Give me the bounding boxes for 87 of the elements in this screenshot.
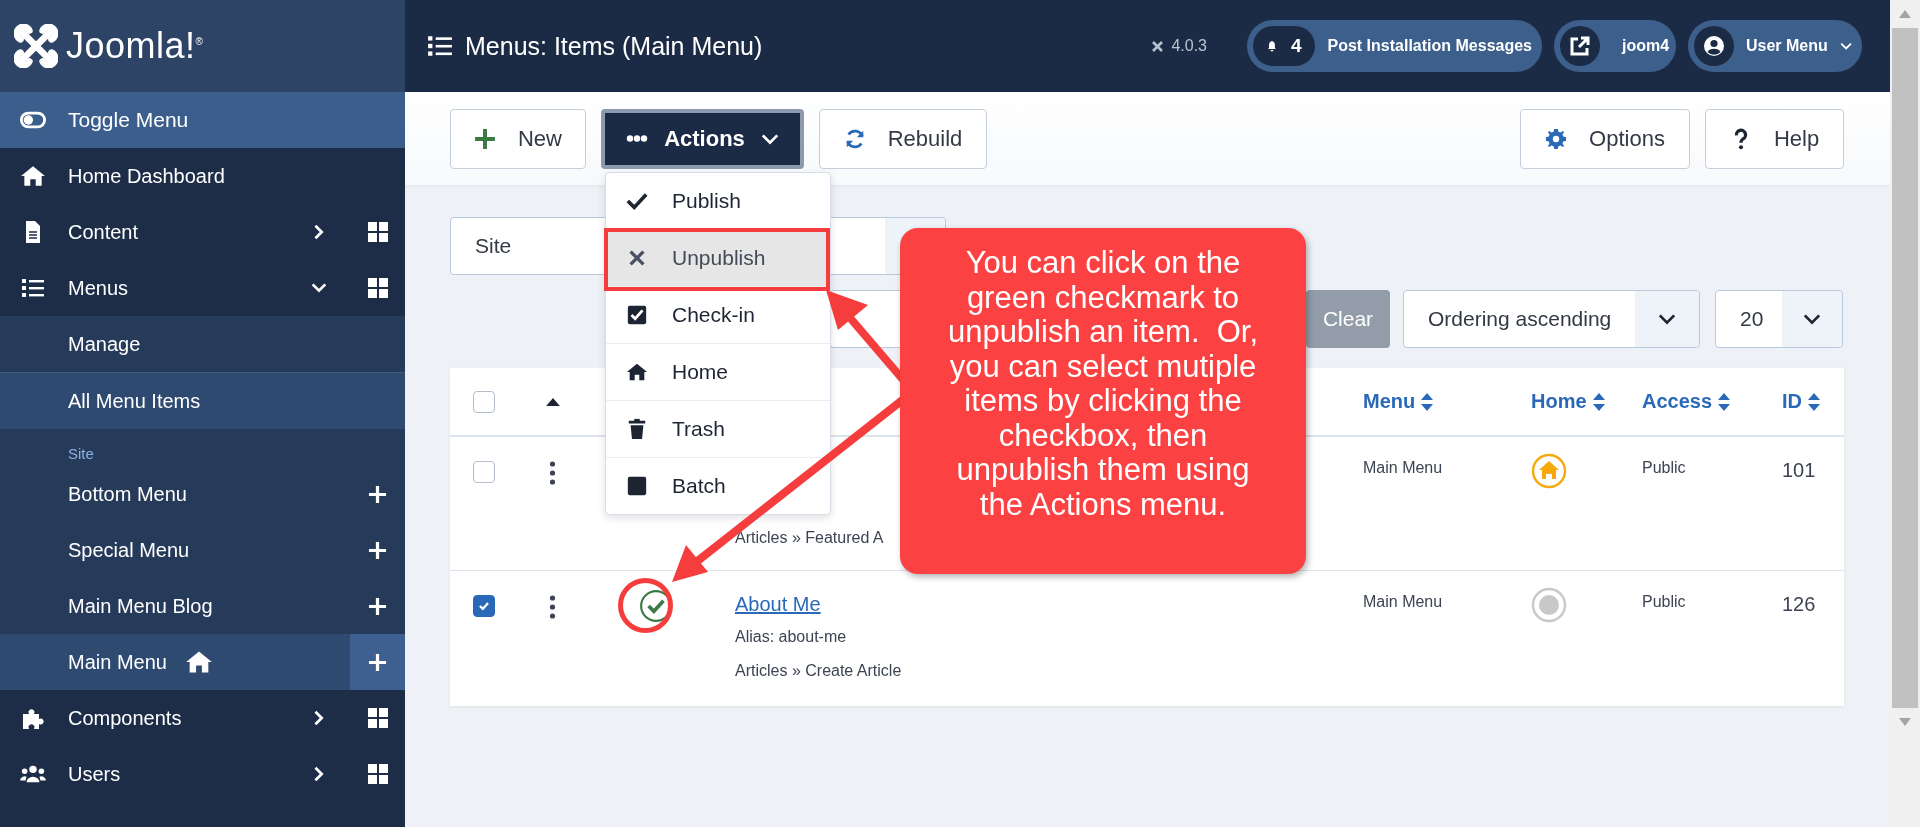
rebuild-button[interactable]: Rebuild bbox=[819, 108, 987, 169]
plus-icon bbox=[474, 127, 496, 150]
alias-text: Alias: about-me bbox=[735, 628, 847, 646]
checkbox[interactable] bbox=[473, 461, 495, 483]
more-icon bbox=[626, 134, 649, 143]
table-cell: Main Menu bbox=[1363, 459, 1443, 477]
trash-icon bbox=[626, 418, 648, 440]
ordering-select[interactable]: Ordering ascending bbox=[1403, 290, 1700, 348]
table-cell: 101 bbox=[1782, 459, 1816, 482]
dashboard-icon[interactable] bbox=[367, 764, 388, 784]
chevron-down-icon bbox=[1658, 313, 1676, 325]
site-link-button[interactable]: joom4 bbox=[1554, 20, 1676, 72]
menu-type-text: Articles » Featured A bbox=[735, 529, 884, 547]
plus-icon[interactable] bbox=[368, 484, 387, 504]
table-cell: Public bbox=[1642, 459, 1686, 477]
table-cell: Main Menu bbox=[1363, 593, 1443, 611]
sort-icon bbox=[1592, 392, 1605, 411]
item-title-link[interactable]: About Me bbox=[735, 593, 821, 616]
nav-item[interactable]: Home Dashboard bbox=[0, 148, 405, 204]
user-icon bbox=[1703, 35, 1725, 57]
menu-type-text: Articles » Create Article bbox=[735, 662, 902, 680]
drag-handle-icon[interactable] bbox=[548, 595, 556, 619]
limit-select[interactable]: 20 bbox=[1715, 290, 1843, 348]
options-button[interactable]: Options bbox=[1520, 108, 1690, 169]
help-button[interactable]: Help bbox=[1705, 108, 1844, 169]
menu-item[interactable]: Publish bbox=[606, 173, 830, 230]
home-icon bbox=[20, 164, 46, 188]
puzzle-icon bbox=[20, 706, 46, 730]
user-menu-button[interactable]: User Menu bbox=[1688, 20, 1862, 72]
chevron-down-icon bbox=[1803, 313, 1821, 325]
checkbox[interactable] bbox=[473, 390, 495, 413]
square-icon bbox=[626, 475, 648, 497]
logo-icon bbox=[14, 24, 58, 68]
nav-item[interactable]: Menus bbox=[0, 260, 350, 316]
menu-item[interactable]: Trash bbox=[606, 401, 830, 458]
sort-icon bbox=[1718, 392, 1731, 411]
scroll-thumb[interactable] bbox=[1892, 28, 1918, 708]
toggle-menu-button[interactable]: Toggle Menu bbox=[0, 92, 405, 148]
submenu-item[interactable]: Bottom Menu bbox=[0, 482, 187, 506]
column-header[interactable]: ID bbox=[1782, 390, 1820, 413]
chevron-down-icon bbox=[1839, 40, 1852, 52]
home-icon bbox=[626, 361, 648, 383]
new-button[interactable]: New bbox=[450, 108, 586, 169]
nav-item[interactable]: Components bbox=[0, 690, 350, 746]
page-title: Menus: Items (Main Menu) bbox=[465, 31, 763, 61]
actions-button[interactable]: Actions bbox=[601, 108, 804, 169]
table-cell: Public bbox=[1642, 593, 1686, 611]
radio-icon[interactable] bbox=[1531, 587, 1567, 623]
menu-item[interactable]: Batch bbox=[606, 458, 830, 514]
menu-item[interactable]: Home bbox=[606, 344, 830, 401]
nav-item[interactable]: Content bbox=[0, 204, 350, 260]
drag-handle-icon[interactable] bbox=[548, 461, 556, 485]
checkbox[interactable] bbox=[473, 595, 495, 617]
dashboard-icon[interactable] bbox=[367, 222, 388, 242]
column-header[interactable]: Access bbox=[1642, 390, 1731, 413]
scrollbar[interactable] bbox=[1890, 0, 1920, 827]
submenu-item[interactable]: Special Menu bbox=[0, 538, 190, 562]
submenu-item[interactable]: All Menu Items bbox=[0, 373, 405, 429]
settings-icon bbox=[1545, 127, 1568, 150]
logo-text: Joomla!$^{®}$ bbox=[66, 25, 204, 67]
annotation-callout: You can click on the green checkmark to unpublish an item. Or, you can select mutiple items by clicking the checkbox, then unpublish them using the Actions menu. bbox=[900, 228, 1306, 574]
checked-box-icon bbox=[626, 304, 648, 326]
plus-icon[interactable] bbox=[368, 540, 387, 560]
submenu-item[interactable]: Main Menu bbox=[0, 650, 167, 674]
sort-up-icon[interactable] bbox=[546, 397, 560, 406]
messages-button[interactable]: 4 Post Installation Messages bbox=[1247, 20, 1542, 72]
external-link-icon bbox=[1569, 35, 1591, 57]
sort-icon bbox=[1421, 392, 1434, 411]
submenu-item[interactable]: Main Menu Blog bbox=[0, 594, 213, 618]
section-heading: Site bbox=[67, 444, 95, 464]
column-header[interactable]: Menu bbox=[1363, 390, 1434, 413]
message-count: 4 bbox=[1290, 35, 1302, 57]
menu-item[interactable]: Check-in bbox=[606, 287, 830, 344]
column-header[interactable]: Home bbox=[1531, 390, 1605, 413]
plus-icon[interactable] bbox=[368, 652, 387, 672]
list-icon bbox=[427, 33, 453, 59]
logo-icon bbox=[1150, 38, 1166, 54]
dashboard-icon[interactable] bbox=[367, 278, 388, 298]
nav-item[interactable]: Users bbox=[0, 746, 350, 802]
version-text: 4.0.3 bbox=[1171, 37, 1207, 55]
plus-icon[interactable] bbox=[368, 596, 387, 616]
list-icon bbox=[20, 276, 46, 300]
highlight-circle bbox=[618, 578, 673, 633]
table-cell: 126 bbox=[1782, 593, 1816, 616]
chevron-down-icon bbox=[760, 132, 779, 145]
sort-icon bbox=[1808, 392, 1820, 411]
dashboard-icon[interactable] bbox=[367, 708, 388, 728]
